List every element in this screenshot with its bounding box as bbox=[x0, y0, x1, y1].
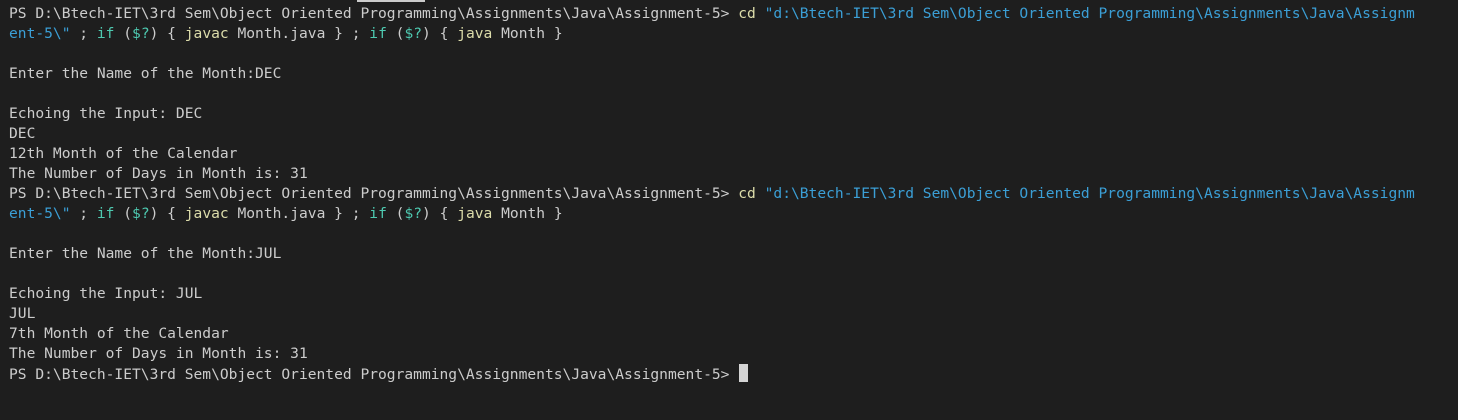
java-argument: Month } bbox=[492, 25, 563, 42]
command-line: PS D:\Btech-IET\3rd Sem\Object Oriented … bbox=[9, 184, 1458, 204]
command-line-continued: ent-5\" ; if ($?) { javac Month.java } ;… bbox=[9, 204, 1458, 224]
cd-command: cd bbox=[738, 185, 756, 202]
if-keyword: if bbox=[96, 25, 115, 42]
separator: ; bbox=[351, 25, 370, 42]
days-line: The Number of Days in Month is: 31 bbox=[9, 345, 308, 362]
if-keyword: if bbox=[96, 205, 115, 222]
uppercase-line: DEC bbox=[9, 125, 36, 142]
javac-command: javac bbox=[184, 25, 229, 42]
status-variable: $? bbox=[404, 205, 423, 222]
separator: ; bbox=[70, 205, 97, 222]
condition-close: ) { bbox=[149, 25, 185, 42]
cd-command: cd bbox=[738, 5, 756, 22]
condition-open: ( bbox=[114, 25, 133, 42]
uppercase-line: JUL bbox=[9, 305, 36, 322]
echo-line: Echoing the Input: DEC bbox=[9, 105, 203, 122]
path-string: "d:\Btech-IET\3rd Sem\Object Oriented Pr… bbox=[755, 185, 1415, 202]
text-cursor[interactable] bbox=[739, 364, 749, 382]
if-keyword: if bbox=[369, 25, 387, 42]
month-position-line: 7th Month of the Calendar bbox=[9, 325, 229, 342]
path-string-end: ent-5\" bbox=[9, 205, 71, 222]
path-string-end: ent-5\" bbox=[9, 25, 71, 42]
if-keyword: if bbox=[369, 205, 387, 222]
status-variable: $? bbox=[404, 25, 423, 42]
javac-argument: Month.java } bbox=[228, 25, 352, 42]
days-line: The Number of Days in Month is: 31 bbox=[9, 165, 308, 182]
separator: ; bbox=[70, 25, 97, 42]
month-position-line: 12th Month of the Calendar bbox=[9, 145, 238, 162]
condition-close: ) { bbox=[149, 205, 185, 222]
javac-command: javac bbox=[184, 205, 229, 222]
input-prompt-line: Enter the Name of the Month:JUL bbox=[9, 245, 282, 262]
condition-open: ( bbox=[386, 25, 405, 42]
condition-open: ( bbox=[386, 205, 405, 222]
input-prompt-line: Enter the Name of the Month:DEC bbox=[9, 65, 282, 82]
java-command: java bbox=[457, 25, 493, 42]
echo-line: Echoing the Input: JUL bbox=[9, 285, 203, 302]
separator: ; bbox=[351, 205, 370, 222]
condition-close: ) { bbox=[422, 25, 458, 42]
terminal-output[interactable]: PS D:\Btech-IET\3rd Sem\Object Oriented … bbox=[0, 0, 1458, 420]
javac-argument: Month.java } bbox=[228, 205, 352, 222]
condition-open: ( bbox=[114, 205, 133, 222]
active-prompt-line[interactable]: PS D:\Btech-IET\3rd Sem\Object Oriented … bbox=[9, 364, 1458, 384]
java-argument: Month } bbox=[492, 205, 563, 222]
prompt: PS D:\Btech-IET\3rd Sem\Object Oriented … bbox=[9, 185, 739, 202]
status-variable: $? bbox=[132, 205, 150, 222]
path-string: "d:\Btech-IET\3rd Sem\Object Oriented Pr… bbox=[755, 5, 1415, 22]
prompt: PS D:\Btech-IET\3rd Sem\Object Oriented … bbox=[9, 5, 739, 22]
command-line: PS D:\Btech-IET\3rd Sem\Object Oriented … bbox=[9, 4, 1458, 24]
java-command: java bbox=[457, 205, 493, 222]
status-variable: $? bbox=[132, 25, 150, 42]
prompt: PS D:\Btech-IET\3rd Sem\Object Oriented … bbox=[9, 366, 739, 383]
command-line-continued: ent-5\" ; if ($?) { javac Month.java } ;… bbox=[9, 24, 1458, 44]
condition-close: ) { bbox=[422, 205, 458, 222]
